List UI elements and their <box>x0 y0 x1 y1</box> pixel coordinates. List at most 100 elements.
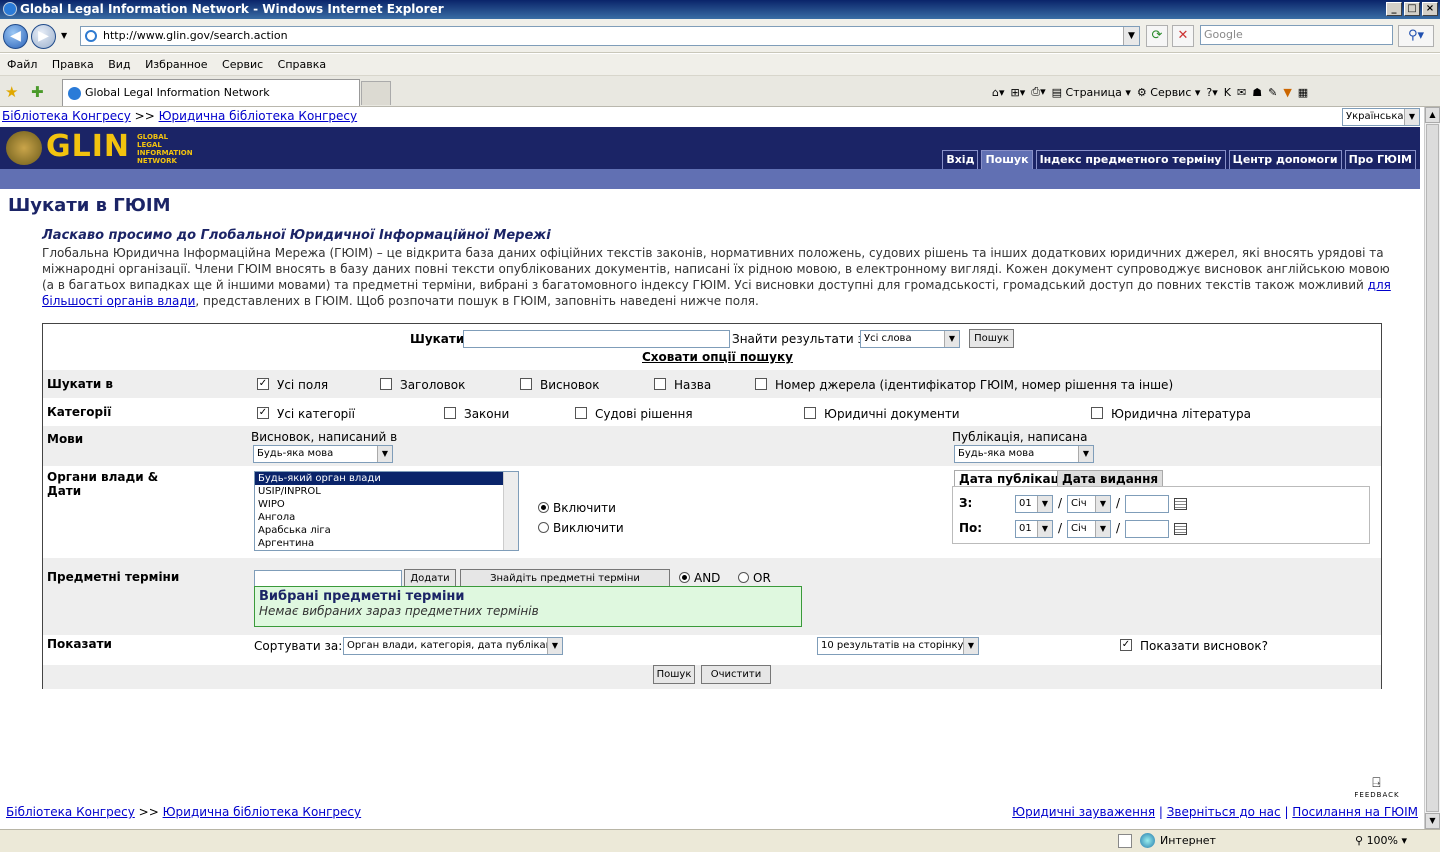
maximize-button[interactable]: □ <box>1404 2 1420 16</box>
history-dropdown-icon[interactable]: ▼ <box>61 31 67 40</box>
close-window-button[interactable]: × <box>1422 2 1438 16</box>
footer-law-library[interactable]: Юридична бібліотека Конгресу <box>163 805 362 819</box>
summary-lang-select[interactable]: Будь-яка мова ▼ <box>253 445 393 463</box>
intro-text: Глобальна Юридична Інформаційна Мережа (… <box>42 245 1392 309</box>
cb-all-categories[interactable]: ✓ <box>257 407 269 419</box>
search-input[interactable]: Google <box>1200 25 1393 45</box>
from-day-select[interactable]: 01 ▼ <box>1015 495 1053 513</box>
nav-subject-index[interactable]: Індекс предметного терміну <box>1035 150 1226 170</box>
footer-legal-notices[interactable]: Юридичні зауваження <box>1012 805 1155 819</box>
toolbar-icon-6[interactable]: ▦ <box>1298 86 1308 99</box>
stop-icon[interactable]: ✕ <box>1172 25 1194 47</box>
toolbar-icon-4[interactable]: ✎ <box>1268 86 1277 99</box>
from-year-input[interactable] <box>1125 495 1169 513</box>
feeds-icon[interactable]: ⊞▾ <box>1011 86 1026 99</box>
list-item[interactable]: WIPO <box>255 498 518 511</box>
to-month-select[interactable]: Січ ▼ <box>1067 520 1111 538</box>
footer-contact[interactable]: Зверніться до нас <box>1167 805 1281 819</box>
search-button-top[interactable]: Пошук <box>969 329 1014 348</box>
menu-file[interactable]: Файл <box>7 58 37 71</box>
scroll-thumb[interactable] <box>1426 124 1439 812</box>
minimize-button[interactable]: _ <box>1386 2 1402 16</box>
address-dropdown-icon[interactable]: ▼ <box>1123 27 1139 45</box>
sort-select[interactable]: Орган влади, категорія, дата публікації ▼ <box>343 637 563 655</box>
scroll-up-icon[interactable]: ▲ <box>1425 107 1440 123</box>
forward-button[interactable]: ▶ <box>31 24 56 49</box>
favorites-star-icon[interactable]: ★ <box>5 83 18 101</box>
radio-and[interactable] <box>679 572 690 583</box>
back-button[interactable]: ◀ <box>3 24 28 49</box>
cb-court-decisions[interactable] <box>575 407 587 419</box>
calendar-icon[interactable] <box>1174 523 1187 535</box>
toolbar-icon-2[interactable]: ✉ <box>1237 86 1246 99</box>
list-item[interactable]: Арабська ліга <box>255 524 518 537</box>
cb-all-fields[interactable]: ✓ <box>257 378 269 390</box>
radio-or[interactable] <box>738 572 749 583</box>
toolbar-icon-1[interactable]: K <box>1224 86 1231 99</box>
help-icon[interactable]: ?▾ <box>1206 86 1217 99</box>
cb-legal-documents[interactable] <box>804 407 816 419</box>
feedback-link[interactable]: ⍈ FEEDBACK <box>1352 775 1402 799</box>
menu-help[interactable]: Справка <box>278 58 326 71</box>
clear-button[interactable]: Очистити <box>701 665 771 684</box>
cb-laws[interactable] <box>444 407 456 419</box>
cb-summary[interactable] <box>520 378 532 390</box>
list-scrollbar[interactable] <box>503 472 518 550</box>
address-url: http://www.glin.gov/search.action <box>103 29 288 42</box>
scroll-down-icon[interactable]: ▼ <box>1425 813 1440 829</box>
menu-tools[interactable]: Сервис <box>222 58 263 71</box>
list-item[interactable]: Аргентина <box>255 537 518 550</box>
cb-show-summary[interactable]: ✓ <box>1120 639 1132 651</box>
nav-login[interactable]: Вхід <box>942 150 979 170</box>
footer-library-of-congress[interactable]: Бібліотека Конгресу <box>6 805 135 819</box>
language-select[interactable]: Українська ▼ <box>1342 108 1420 126</box>
address-bar[interactable]: http://www.glin.gov/search.action ▼ <box>80 26 1140 46</box>
pub-lang-select[interactable]: Будь-яка мова ▼ <box>954 445 1094 463</box>
menu-view[interactable]: Вид <box>108 58 130 71</box>
from-month-select[interactable]: Січ ▼ <box>1067 495 1111 513</box>
match-mode-select[interactable]: Усі слова ▼ <box>860 330 960 348</box>
page-menu[interactable]: ▤ Страница ▾ <box>1052 86 1131 99</box>
page-scrollbar[interactable]: ▲ ▼ <box>1424 107 1440 829</box>
to-year-input[interactable] <box>1125 520 1169 538</box>
page-icon <box>85 30 97 42</box>
list-item[interactable]: Будь-який орган влади <box>255 472 518 485</box>
refresh-icon[interactable]: ⟳ <box>1146 25 1168 47</box>
print-icon[interactable]: ⎙▾ <box>1031 85 1045 99</box>
list-item[interactable]: Ангола <box>255 511 518 524</box>
jurisdiction-list[interactable]: Будь-який орган влади USIP/INPROL WIPO А… <box>254 471 519 551</box>
per-page-select[interactable]: 10 результатів на сторінку ▼ <box>817 637 979 655</box>
list-item[interactable]: USIP/INPROL <box>255 485 518 498</box>
home-icon[interactable]: ⌂▾ <box>992 86 1005 99</box>
search-in-label: Шукати в <box>47 377 114 391</box>
calendar-icon[interactable] <box>1174 498 1187 510</box>
intro-end: , представлених в ГЮІМ. Щоб розпочати по… <box>195 294 759 308</box>
nav-help-center[interactable]: Центр допомоги <box>1228 150 1342 170</box>
zoom-level[interactable]: ⚲ 100% ▾ <box>1355 834 1407 847</box>
toolbar-icon-5[interactable]: ▼ <box>1283 86 1291 99</box>
nav-search[interactable]: Пошук <box>981 150 1033 170</box>
footer-link-to-glin[interactable]: Посилання на ГЮІМ <box>1292 805 1418 819</box>
tools-menu[interactable]: ⚙ Сервис ▾ <box>1137 86 1201 99</box>
cb-source-number[interactable] <box>755 378 767 390</box>
search-go-icon[interactable]: ⚲▾ <box>1398 25 1434 47</box>
to-day-select[interactable]: 01 ▼ <box>1015 520 1053 538</box>
new-tab-button[interactable] <box>361 81 391 105</box>
cb-name[interactable] <box>654 378 666 390</box>
cb-title[interactable] <box>380 378 392 390</box>
hide-options-link[interactable]: Сховати опції пошуку <box>642 350 793 364</box>
menu-favorites[interactable]: Избранное <box>145 58 207 71</box>
tab-active[interactable]: Global Legal Information Network <box>62 79 360 106</box>
add-favorite-icon[interactable]: ✚ <box>31 83 44 101</box>
radio-exclude[interactable] <box>538 522 549 533</box>
date-separator: / <box>1058 496 1063 510</box>
menu-edit[interactable]: Правка <box>52 58 94 71</box>
toolbar-icon-3[interactable]: ☗ <box>1252 86 1262 99</box>
cb-legal-literature[interactable] <box>1091 407 1103 419</box>
nav-about[interactable]: Про ГЮІМ <box>1344 150 1416 170</box>
breadcrumb-library-of-congress[interactable]: Бібліотека Конгресу <box>2 109 131 123</box>
breadcrumb-law-library[interactable]: Юридична бібліотека Конгресу <box>159 109 358 123</box>
search-query-input[interactable] <box>463 330 730 348</box>
radio-include[interactable] <box>538 502 549 513</box>
submit-search-button[interactable]: Пошук <box>653 665 695 684</box>
